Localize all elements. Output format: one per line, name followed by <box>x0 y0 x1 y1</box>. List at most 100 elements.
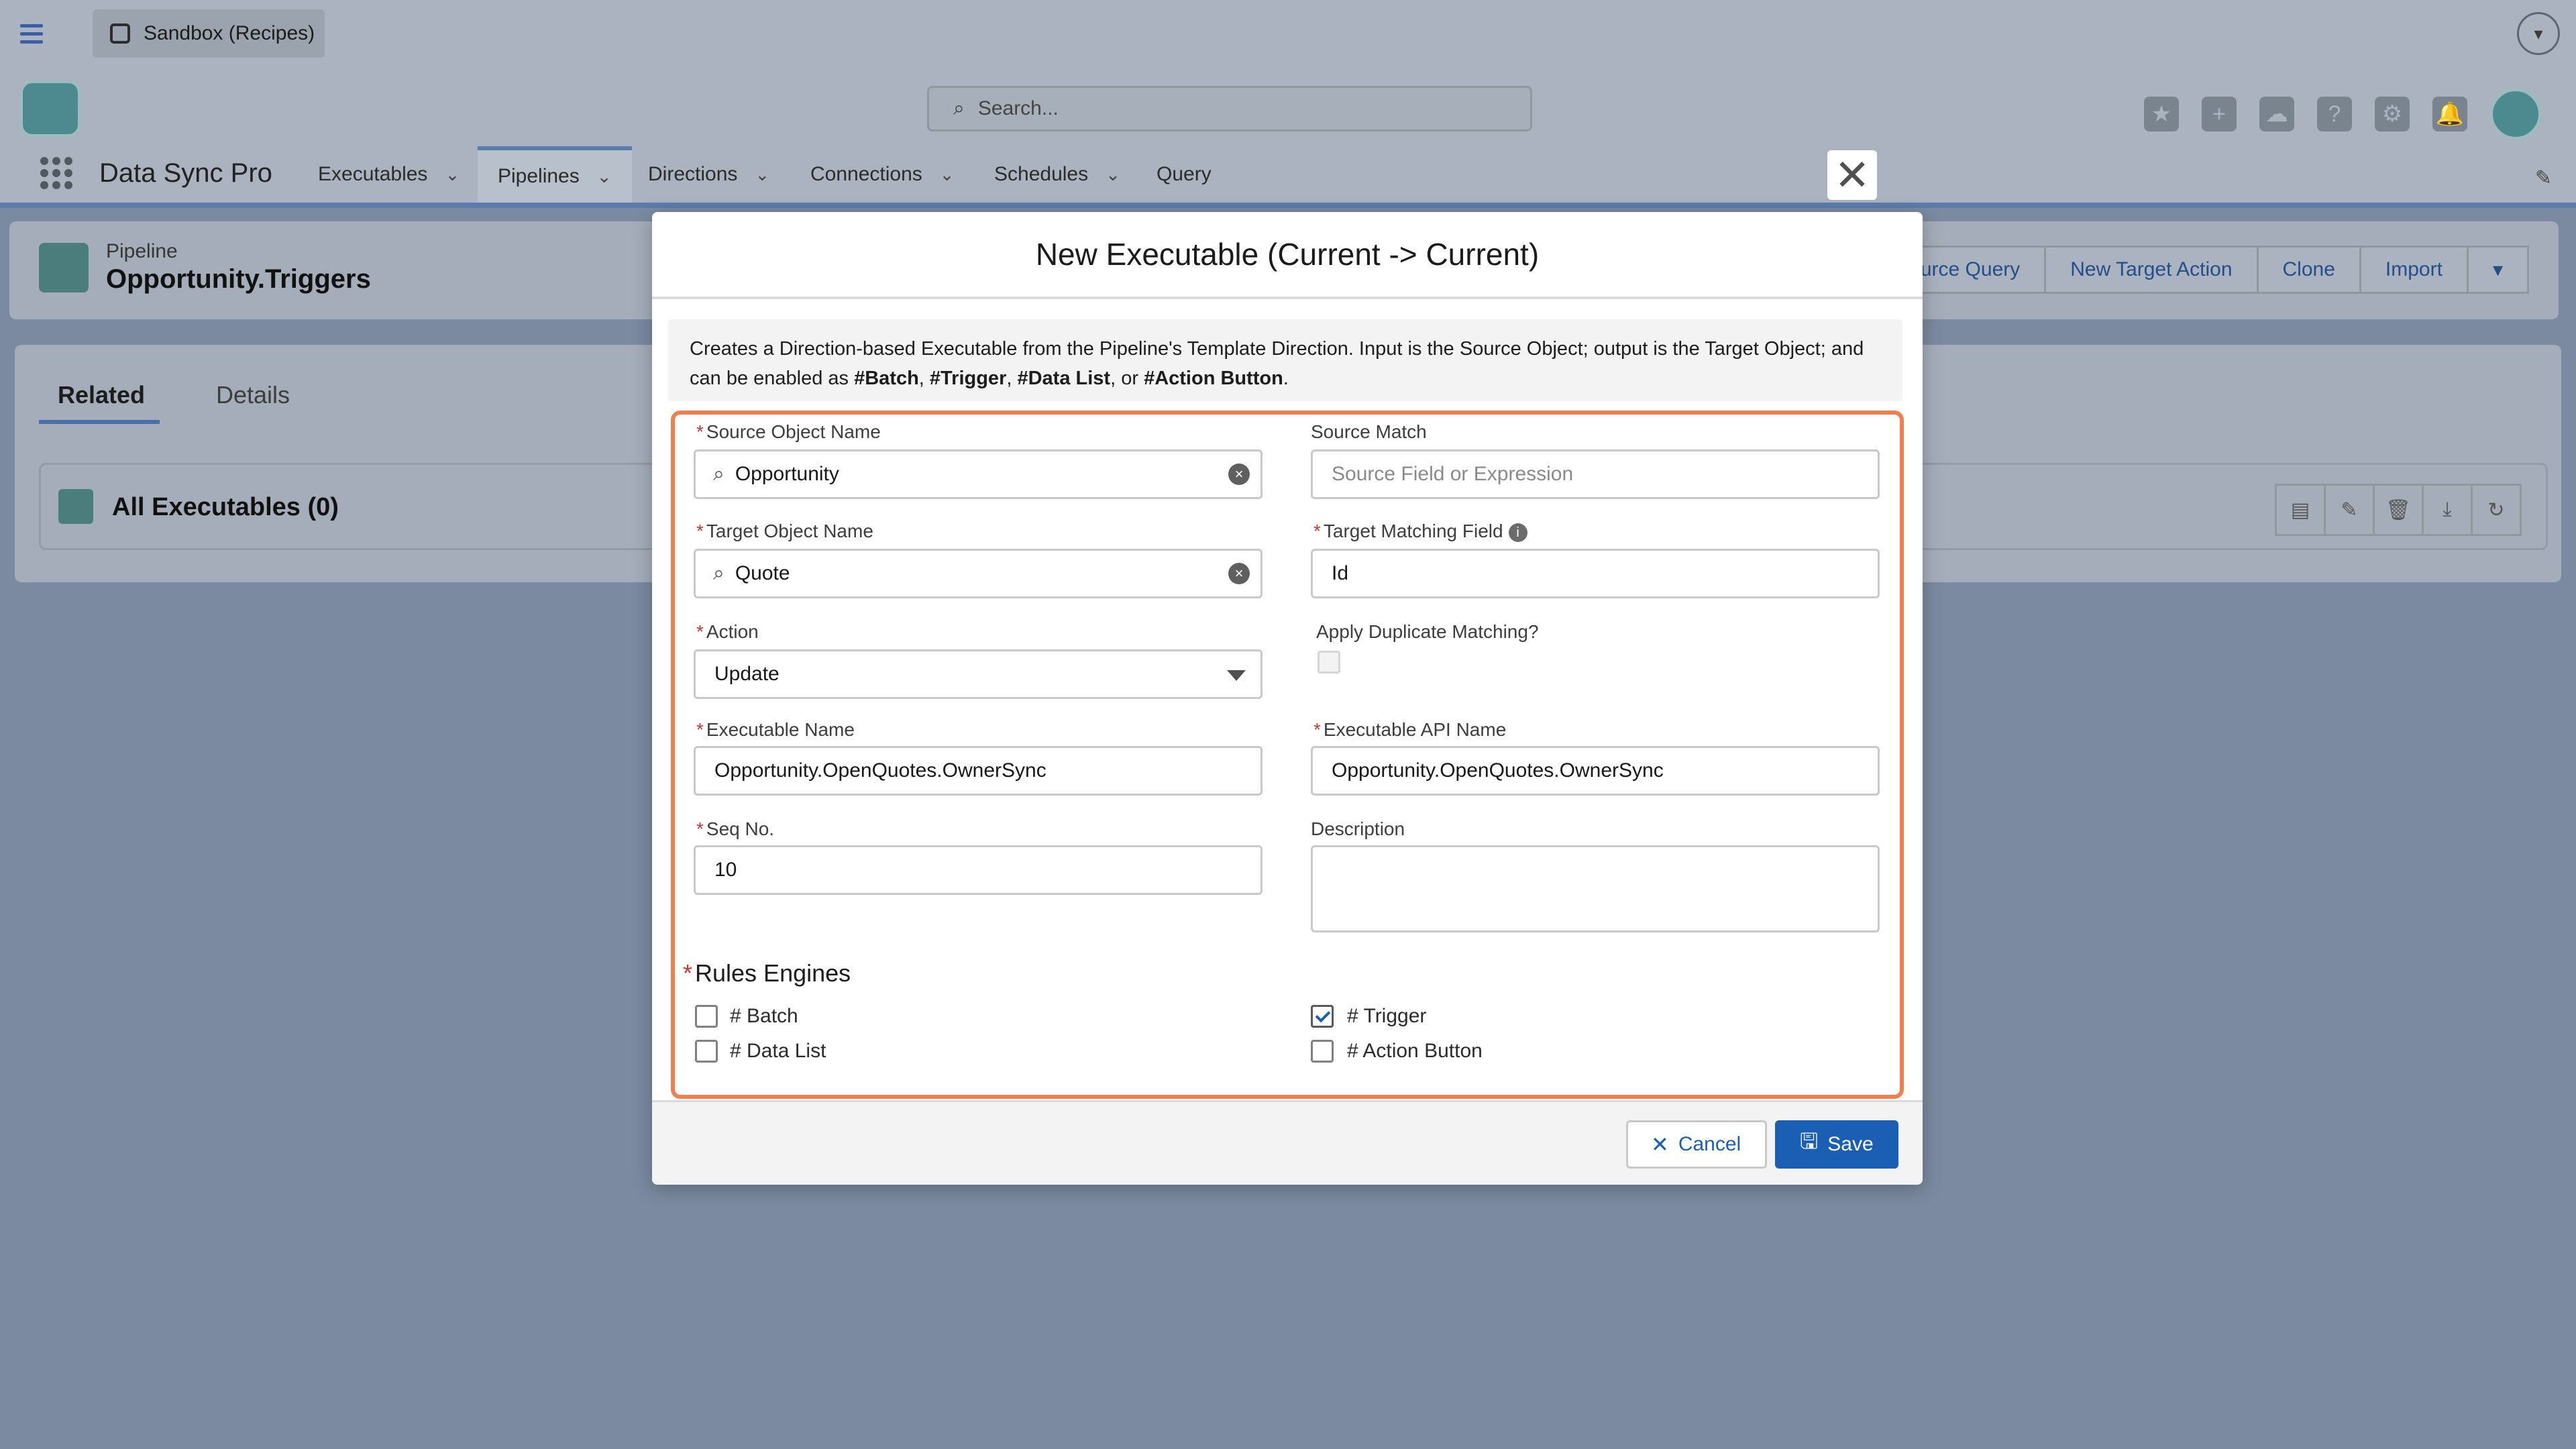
menu-icon[interactable] <box>20 24 43 44</box>
add-icon[interactable]: + <box>2202 97 2237 131</box>
nav-label: Pipelines <box>498 165 580 187</box>
info-batch: #Batch <box>854 368 919 389</box>
trigger-checkbox[interactable] <box>1311 1005 1334 1028</box>
info-icon[interactable]: i <box>1508 523 1527 542</box>
close-icon: ✕ <box>1651 1132 1669 1157</box>
favorites-star-icon[interactable]: ★ <box>2144 97 2179 131</box>
cancel-button[interactable]: ✕ Cancel <box>1626 1120 1767 1169</box>
record-title: Opportunity.Triggers <box>106 264 371 294</box>
search-icon: ⌕ <box>713 562 724 584</box>
description-textarea[interactable] <box>1311 845 1880 932</box>
clone-button[interactable]: Clone <box>2256 246 2359 294</box>
nav-query[interactable]: Query <box>1157 146 1212 203</box>
executable-api-input[interactable]: Opportunity.OpenQuotes.OwnerSync <box>1311 746 1880 796</box>
nav-connections[interactable]: Connections ⌄ <box>810 146 955 203</box>
related-list-title[interactable]: All Executables (0) <box>112 493 339 522</box>
edit-nav-icon[interactable]: ✎ <box>2535 166 2552 190</box>
clear-icon[interactable]: × <box>1228 563 1250 584</box>
chevron-down-icon[interactable]: ⌄ <box>940 164 955 185</box>
source-object-label: * Source Object Name <box>696 421 881 443</box>
required-mark: * <box>1313 719 1321 740</box>
info-datalist: #Data List <box>1017 368 1111 389</box>
download-icon[interactable]: ⤓ <box>2422 484 2471 536</box>
list-view-icon[interactable]: ▤ <box>2275 484 2324 536</box>
batch-label: # Batch <box>730 1005 798 1027</box>
divider <box>652 297 1923 299</box>
clear-icon[interactable]: × <box>1228 464 1250 485</box>
apply-duplicate-label: Apply Duplicate Matching? <box>1316 621 1539 642</box>
nav-pipelines[interactable]: Pipelines ⌄ <box>478 146 632 203</box>
refresh-icon[interactable]: ↻ <box>2471 484 2522 536</box>
nav-schedules[interactable]: Schedules ⌄ <box>994 146 1120 203</box>
delete-icon[interactable]: 🗑 <box>2373 484 2422 536</box>
close-icon[interactable]: ✕ <box>1827 150 1877 200</box>
section-title: Rules Engines <box>695 959 851 987</box>
seq-no-label: * Seq No. <box>696 818 774 840</box>
source-match-input[interactable]: Source Field or Expression <box>1311 449 1880 499</box>
save-button[interactable]: 🖫 Save <box>1775 1120 1898 1169</box>
executable-api-label: * Executable API Name <box>1313 719 1506 741</box>
lookup-value: Opportunity <box>735 463 839 485</box>
trailhead-icon[interactable]: ☁ <box>2259 97 2294 131</box>
target-object-label: * Target Object Name <box>696 521 873 542</box>
input-value: Opportunity.OpenQuotes.OwnerSync <box>714 759 1046 782</box>
nav-directions[interactable]: Directions ⌄ <box>648 146 769 203</box>
more-actions-icon[interactable]: ▾ <box>2466 246 2529 294</box>
new-target-action-button[interactable]: New Target Action <box>2044 246 2257 294</box>
modal-title: New Executable (Current -> Current) <box>1035 237 1540 272</box>
global-search[interactable]: ⌕ Search... <box>927 86 1532 131</box>
action-button-label: # Action Button <box>1347 1040 1483 1062</box>
target-object-lookup[interactable]: ⌕ Quote × <box>694 549 1263 598</box>
search-icon: ⌕ <box>953 97 965 119</box>
button-label: Save <box>1827 1133 1874 1155</box>
target-match-input[interactable]: Id <box>1311 549 1880 598</box>
sandbox-icon <box>110 23 130 44</box>
data-list-checkbox[interactable] <box>695 1040 718 1063</box>
description-label: Description <box>1311 818 1405 839</box>
required-mark: * <box>1313 521 1321 541</box>
gear-icon[interactable]: ⚙ <box>2375 97 2410 131</box>
rules-engines-heading: * Rules Engines <box>683 959 851 987</box>
help-icon[interactable]: ? <box>2317 97 2352 131</box>
label-text: Target Object Name <box>706 521 873 541</box>
chevron-down-icon[interactable]: ⌄ <box>755 164 769 185</box>
target-match-label: * Target Matching Field i <box>1313 521 1527 542</box>
global-header: Sandbox (Recipes) ▾ <box>0 0 2576 71</box>
required-mark: * <box>683 959 693 987</box>
import-button[interactable]: Import <box>2359 246 2467 294</box>
required-mark: * <box>696 719 704 740</box>
app-logo <box>20 80 80 137</box>
bell-icon[interactable]: 🔔 <box>2432 97 2467 131</box>
nav-label: Schedules <box>994 163 1089 185</box>
input-value: 10 <box>714 859 737 881</box>
action-select[interactable]: Update <box>694 649 1263 699</box>
new-executable-modal: New Executable (Current -> Current) Crea… <box>652 212 1923 1185</box>
action-button-checkbox[interactable] <box>1311 1040 1334 1063</box>
tab-details[interactable]: Details <box>216 381 290 409</box>
chevron-down-icon[interactable]: ▾ <box>2517 12 2560 55</box>
required-mark: * <box>696 818 704 839</box>
apply-duplicate-checkbox[interactable] <box>1318 651 1340 674</box>
lookup-value: Quote <box>735 562 790 584</box>
info-sep: , <box>918 368 930 389</box>
batch-checkbox[interactable] <box>695 1005 718 1028</box>
source-object-lookup[interactable]: ⌕ Opportunity × <box>694 449 1263 499</box>
input-value: Opportunity.OpenQuotes.OwnerSync <box>1332 759 1664 782</box>
app-launcher-icon[interactable] <box>40 157 72 189</box>
tab-related[interactable]: Related <box>58 381 145 409</box>
executable-name-input[interactable]: Opportunity.OpenQuotes.OwnerSync <box>694 746 1263 796</box>
save-icon: 🖫 <box>1800 1129 1819 1153</box>
sandbox-badge[interactable]: Sandbox (Recipes) <box>93 9 325 58</box>
edit-icon[interactable]: ✎ <box>2324 484 2373 536</box>
select-value: Update <box>714 663 780 685</box>
chevron-down-icon[interactable]: ⌄ <box>597 166 612 187</box>
nav-executables[interactable]: Executables ⌄ <box>318 146 478 203</box>
chevron-down-icon[interactable]: ⌄ <box>445 164 460 185</box>
chevron-down-icon[interactable]: ⌄ <box>1106 164 1120 185</box>
label-text: Source Object Name <box>706 421 881 442</box>
avatar[interactable] <box>2490 89 2541 140</box>
seq-no-input[interactable]: 10 <box>694 845 1263 895</box>
info-trigger: #Trigger <box>929 368 1007 389</box>
pipeline-icon <box>39 243 89 292</box>
required-mark: * <box>696 521 704 541</box>
